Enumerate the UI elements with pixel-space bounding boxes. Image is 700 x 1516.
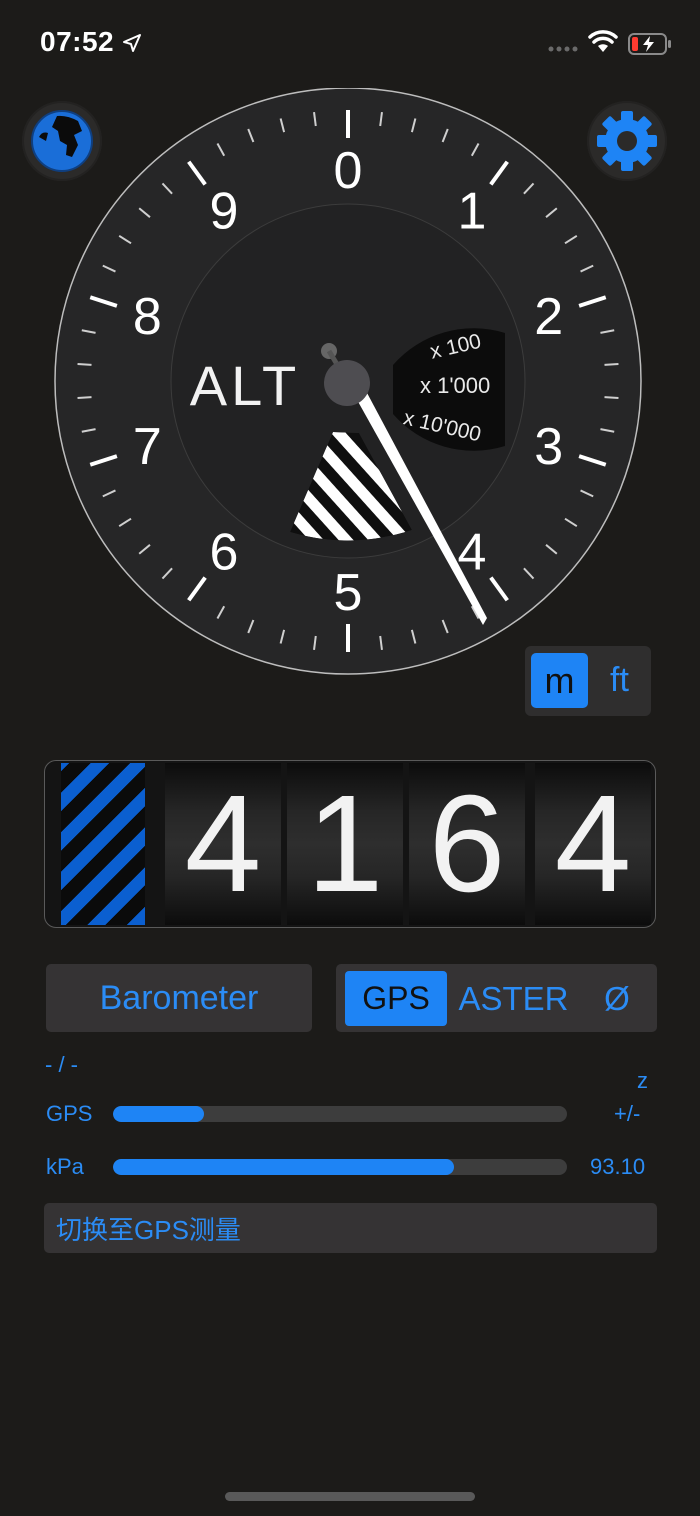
- unit-toggle: m ft: [525, 646, 651, 716]
- minor-tick: [77, 396, 92, 400]
- switch-to-gps-button[interactable]: 切换至GPS测量: [44, 1203, 657, 1253]
- minor-tick: [77, 362, 92, 366]
- dial-numeral: 9: [210, 182, 239, 240]
- dial-numeral: 6: [210, 524, 239, 582]
- z-label: z: [637, 1068, 648, 1093]
- gps-accuracy-label: +/-: [614, 1101, 641, 1126]
- pressure-value: 93.10: [590, 1154, 646, 1179]
- dial-numeral: 2: [534, 288, 563, 346]
- pressure-fill: [113, 1159, 454, 1175]
- odometer-digit: 4: [535, 763, 651, 925]
- odometer-digit: 1: [287, 763, 403, 925]
- odometer-stripes: [61, 763, 145, 925]
- pressure-bar: [113, 1159, 567, 1175]
- source-aster-button[interactable]: ASTER: [456, 971, 571, 1026]
- dial-numeral: 7: [133, 418, 162, 476]
- unit-feet-button[interactable]: ft: [591, 653, 648, 708]
- status-time: 07:52: [40, 26, 115, 57]
- coordinate-readout: - / -: [45, 1052, 78, 1077]
- home-indicator[interactable]: [225, 1492, 475, 1501]
- dial-numeral: 1: [458, 182, 487, 240]
- barometer-button[interactable]: Barometer: [46, 964, 312, 1032]
- battery-charging-icon: [628, 33, 671, 55]
- gps-signal-fill: [113, 1106, 204, 1122]
- dial-numeral: 0: [334, 142, 363, 200]
- odometer-digit: 4: [165, 763, 281, 925]
- unit-meters-button[interactable]: m: [531, 653, 588, 708]
- cellular-signal-icon: [548, 46, 578, 52]
- gps-signal-bar: [113, 1106, 567, 1122]
- source-none-button[interactable]: Ø: [584, 971, 650, 1026]
- location-arrow-icon: [123, 34, 141, 52]
- source-gps-button[interactable]: GPS: [345, 971, 447, 1026]
- dial-numeral: 3: [534, 418, 563, 476]
- minor-tick: [604, 396, 619, 400]
- scale-x1000: x 1'000: [420, 373, 490, 398]
- source-segmented-control: GPS ASTER Ø: [336, 964, 657, 1032]
- alt-label: ALT: [190, 354, 301, 417]
- dial-numeral: 8: [133, 288, 162, 346]
- altimeter-dial: x 100 x 1'000 x 10'000 ALT 0123456789: [54, 88, 642, 675]
- gps-label: GPS: [46, 1101, 93, 1126]
- kpa-label: kPa: [46, 1154, 84, 1179]
- odometer-digit: 6: [409, 763, 525, 925]
- altitude-odometer: 4 1 6 4: [44, 760, 656, 928]
- dial-numeral: 5: [334, 564, 363, 622]
- minor-tick: [604, 362, 619, 366]
- wifi-icon: [588, 30, 618, 52]
- dial-hub: [324, 360, 370, 406]
